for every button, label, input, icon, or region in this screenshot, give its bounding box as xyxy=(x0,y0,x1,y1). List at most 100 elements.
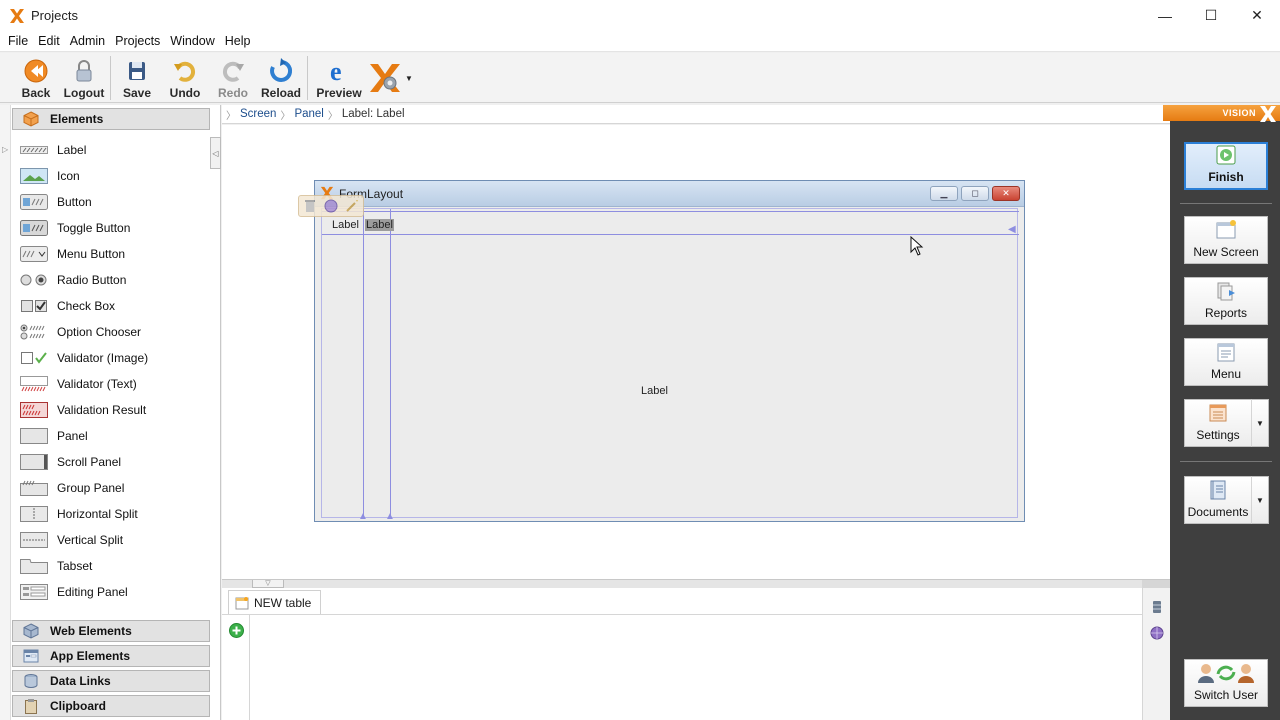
new-screen-button[interactable]: New Screen xyxy=(1184,216,1268,264)
element-group-panel-text: Group Panel xyxy=(57,481,125,495)
form-center-label[interactable]: Label xyxy=(641,385,668,397)
element-menu-button[interactable]: Menu Button xyxy=(20,241,210,267)
element-tabset[interactable]: Tabset xyxy=(20,553,210,579)
menu-file[interactable]: File xyxy=(3,34,33,48)
element-scroll-panel[interactable]: Scroll Panel xyxy=(20,449,210,475)
element-menu-button-text: Menu Button xyxy=(57,247,126,261)
element-button[interactable]: Button xyxy=(20,189,210,215)
element-editing-panel[interactable]: Editing Panel xyxy=(20,579,210,605)
element-toggle-button[interactable]: Toggle Button xyxy=(20,215,210,241)
element-icon[interactable]: Icon xyxy=(20,163,210,189)
minimize-button[interactable]: — xyxy=(1142,0,1188,31)
element-validation-result[interactable]: Validation Result xyxy=(20,397,210,423)
reload-label: Reload xyxy=(260,86,301,100)
breadcrumb-current: Label: Label xyxy=(341,108,405,120)
settings-button[interactable]: Settings xyxy=(1184,399,1252,447)
anchor-left-icon[interactable]: ◀ xyxy=(1008,224,1016,235)
tab-new-table[interactable]: NEW table xyxy=(228,590,322,614)
toolbar-separator xyxy=(307,56,308,100)
elements-section-header[interactable]: Elements xyxy=(12,108,210,130)
undo-button[interactable]: Undo xyxy=(161,53,209,101)
menu-edit[interactable]: Edit xyxy=(33,34,65,48)
layout-guide xyxy=(390,209,391,517)
clipboard-section-header[interactable]: Clipboard xyxy=(12,695,210,717)
tab-new-table-label: NEW table xyxy=(254,595,312,610)
layout-guide xyxy=(322,211,1019,212)
anchor-up-icon[interactable]: ▲ xyxy=(385,511,395,522)
left-edge-handle[interactable]: ▷ xyxy=(0,105,11,720)
form-window-controls: ▁ ◻ ✕ xyxy=(930,186,1020,201)
chevron-right-icon: ▷ xyxy=(2,145,9,154)
menu-button[interactable]: Menu xyxy=(1184,338,1268,386)
switch-user-button[interactable]: Switch User xyxy=(1184,659,1268,707)
save-button[interactable]: Save xyxy=(113,53,161,101)
play-icon xyxy=(1216,145,1236,165)
form-label-selected[interactable]: Label xyxy=(365,219,394,231)
menu-bar: File Edit Admin Projects Window Help xyxy=(0,31,1280,52)
element-validator-image[interactable]: Validator (Image) xyxy=(20,345,210,371)
splitter-grip[interactable]: ▽ xyxy=(252,580,284,588)
app-elements-label: App Elements xyxy=(50,649,131,663)
app-elements-section-header[interactable]: App Elements xyxy=(12,645,210,667)
reload-button[interactable]: Reload xyxy=(257,53,305,101)
bottom-side-toolbar xyxy=(1142,580,1171,720)
settings-dropdown[interactable]: ▼ xyxy=(1251,399,1269,447)
element-horizontal-split[interactable]: Horizontal Split xyxy=(20,501,210,527)
menu-projects[interactable]: Projects xyxy=(110,34,165,48)
element-option-chooser[interactable]: Option Chooser xyxy=(20,319,210,345)
preview-button[interactable]: e Preview xyxy=(310,53,368,101)
element-check-box[interactable]: Check Box xyxy=(20,293,210,319)
element-panel-text: Panel xyxy=(57,429,88,443)
database-icon[interactable] xyxy=(1150,600,1164,614)
form-label-1[interactable]: Label xyxy=(332,219,359,231)
documents-dropdown[interactable]: ▼ xyxy=(1251,476,1269,524)
magic-wand-icon[interactable] xyxy=(345,199,359,213)
horizontal-splitter[interactable]: ▽ xyxy=(222,579,1170,588)
add-icon[interactable] xyxy=(229,623,244,638)
globe-icon[interactable] xyxy=(324,199,338,213)
finish-button[interactable]: Finish xyxy=(1184,142,1268,190)
layout-guide xyxy=(322,234,1019,235)
browser-e-icon: e xyxy=(330,58,342,84)
element-vertical-split[interactable]: Vertical Split xyxy=(20,527,210,553)
main-toolbar: Back Logout Save Undo Redo Reload e Prev… xyxy=(0,53,1280,103)
chevron-down-icon: ▼ xyxy=(1256,418,1264,428)
editing-panel-icon xyxy=(20,584,48,600)
element-validator-text[interactable]: Validator (Text) xyxy=(20,371,210,397)
menu-admin[interactable]: Admin xyxy=(65,34,110,48)
menu-help[interactable]: Help xyxy=(220,34,256,48)
element-group-panel[interactable]: Group Panel xyxy=(20,475,210,501)
vision-x-menu-button[interactable]: ▼ xyxy=(368,53,426,103)
breadcrumb-screen[interactable]: Screen xyxy=(236,108,280,120)
logout-button[interactable]: Logout xyxy=(60,53,108,101)
back-button[interactable]: Back xyxy=(12,53,60,101)
design-canvas[interactable]: FormLayout ▁ ◻ ✕ Label Label Label ▲ ▲ ◀ xyxy=(222,125,1170,579)
documents-label: Documents xyxy=(1187,505,1249,519)
checkbox-icon xyxy=(21,300,47,312)
anchor-up-icon[interactable]: ▲ xyxy=(358,511,368,522)
undo-icon xyxy=(174,61,196,82)
element-label[interactable]: Label xyxy=(20,137,210,163)
element-radio-button[interactable]: Radio Button xyxy=(20,267,210,293)
breadcrumb-panel[interactable]: Panel xyxy=(290,108,327,120)
maximize-button[interactable]: ☐ xyxy=(1188,0,1234,31)
delete-icon[interactable] xyxy=(303,199,317,213)
clipboard-label: Clipboard xyxy=(50,699,106,713)
menu-window[interactable]: Window xyxy=(165,34,219,48)
collapse-panel-handle[interactable]: ◁ xyxy=(210,137,221,169)
documents-button[interactable]: Documents xyxy=(1184,476,1252,524)
close-button[interactable]: ✕ xyxy=(1234,0,1280,31)
web-elements-section-header[interactable]: Web Elements xyxy=(12,620,210,642)
preview-label: Preview xyxy=(316,86,362,100)
globe-icon[interactable] xyxy=(1150,626,1164,640)
hsplit-icon xyxy=(20,506,48,522)
redo-button[interactable]: Redo xyxy=(209,53,257,101)
reports-button[interactable]: Reports xyxy=(1184,277,1268,325)
element-panel[interactable]: Panel xyxy=(20,423,210,449)
component-mini-toolbar xyxy=(298,195,364,217)
radio-icon xyxy=(20,274,47,286)
data-links-section-header[interactable]: Data Links xyxy=(12,670,210,692)
element-label-text: Label xyxy=(57,143,87,157)
validator-text-icon xyxy=(20,376,48,392)
form-window-preview[interactable]: FormLayout ▁ ◻ ✕ Label Label Label ▲ ▲ ◀ xyxy=(314,180,1025,522)
